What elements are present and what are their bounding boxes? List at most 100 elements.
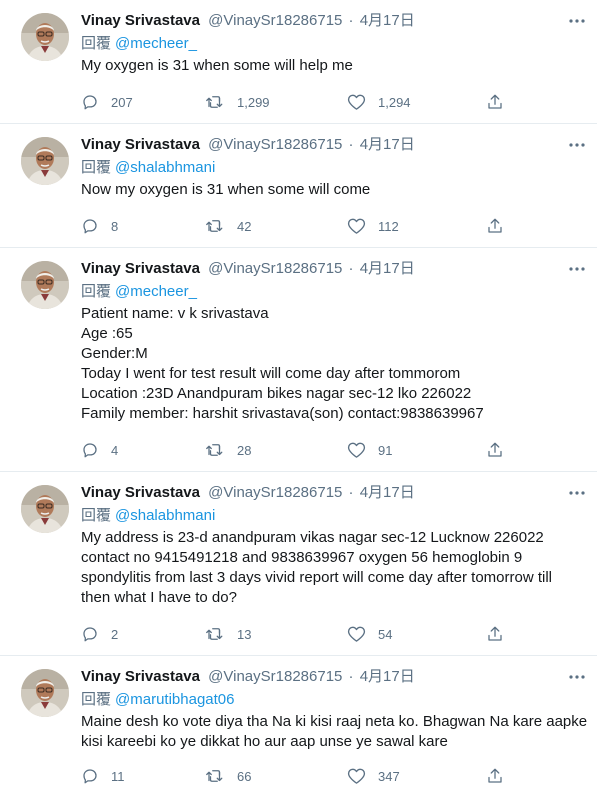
author-name[interactable]: Vinay Srivastava [81,484,200,501]
tweet-text-line: My address is 23-d anandpuram vikas naga… [81,529,544,546]
reply-label: 回覆 [81,283,112,300]
tweet-text: My address is 23-d anandpuram vikas naga… [81,528,581,608]
more-icon[interactable] [566,670,588,684]
reply-button[interactable]: 11 [81,766,125,786]
like-button[interactable]: 112 [347,216,399,236]
author-handle[interactable]: @VinaySr18286715 [208,12,342,29]
share-button[interactable] [486,440,504,460]
reply-context: 回覆 @shalabhmani [81,157,215,179]
like-button[interactable]: 347 [347,766,400,786]
reply-button[interactable]: 8 [81,216,118,236]
header-separator: · [348,260,354,277]
share-button[interactable] [486,216,504,236]
author-name[interactable]: Vinay Srivastava [81,668,200,685]
tweet[interactable]: Vinay Srivastava @VinaySr18286715 · 4月17… [0,0,597,124]
author-name[interactable]: Vinay Srivastava [81,12,200,29]
tweet[interactable]: Vinay Srivastava @VinaySr18286715 · 4月17… [0,248,597,472]
tweet-text: Patient name: v k srivastava Age :65 Gende… [81,304,581,424]
retweet-button[interactable]: 1,299 [205,92,270,112]
more-icon[interactable] [566,14,588,28]
author-handle[interactable]: @VinaySr18286715 [208,668,342,685]
tweet-text-line: Family member: harshit srivastava(son) c… [81,405,484,422]
retweet-button[interactable]: 13 [205,624,251,644]
more-icon[interactable] [566,486,588,500]
author-handle[interactable]: @VinaySr18286715 [208,136,342,153]
reply-count: 11 [111,768,125,784]
avatar[interactable] [21,137,69,185]
reply-icon [81,625,99,643]
reply-button[interactable]: 4 [81,440,118,460]
header-separator: · [348,12,354,29]
retweet-button[interactable]: 66 [205,766,251,786]
tweet[interactable]: Vinay Srivastava @VinaySr18286715 · 4月17… [0,124,597,248]
avatar[interactable] [21,261,69,309]
tweet-text: My oxygen is 31 when some will help me [81,56,581,76]
like-button[interactable]: 54 [347,624,392,644]
like-count: 54 [378,626,393,642]
retweet-count: 42 [237,218,252,234]
tweet-header: Vinay Srivastava @VinaySr18286715 · 4月17… [81,135,415,155]
like-button[interactable]: 1,294 [347,92,411,112]
retweet-button[interactable]: 28 [205,440,251,460]
avatar[interactable] [21,13,69,61]
header-separator: · [348,136,354,153]
avatar[interactable] [21,669,69,717]
author-handle[interactable]: @VinaySr18286715 [208,260,342,277]
like-button[interactable]: 91 [347,440,392,460]
reply-icon [81,441,99,459]
tweet-timestamp[interactable]: 4月17日 [360,260,415,277]
tweet-actions: 4 28 91 [81,440,511,460]
reply-icon [81,217,99,235]
tweet-text-line: My oxygen is 31 when some will help me [81,57,353,74]
reply-icon [81,93,99,111]
tweet-text-line: Patient name: v k srivastava [81,305,269,322]
tweet-text: Now my oxygen is 31 when some will come [81,180,581,200]
reply-mention-link[interactable]: @shalabhmani [115,507,215,524]
retweet-button[interactable]: 42 [205,216,251,236]
reply-mention-link[interactable]: @mecheer_ [115,283,197,300]
reply-button[interactable]: 2 [81,624,118,644]
tweet-text-line: then what I have to do? [81,589,237,606]
share-button[interactable] [486,624,504,644]
reply-count: 8 [111,218,119,234]
reply-context: 回覆 @shalabhmani [81,505,215,527]
author-name[interactable]: Vinay Srivastava [81,136,200,153]
retweet-icon [205,767,225,785]
avatar[interactable] [21,485,69,533]
reply-mention-link[interactable]: @mecheer_ [115,35,197,52]
reply-label: 回覆 [81,507,112,524]
like-count: 1,294 [378,94,411,110]
tweet-header: Vinay Srivastava @VinaySr18286715 · 4月17… [81,11,415,31]
share-button[interactable] [486,92,504,112]
reply-icon [81,767,99,785]
tweet-text-line: Gender:M [81,345,148,362]
author-handle[interactable]: @VinaySr18286715 [208,484,342,501]
tweet-text: Maine desh ko vote diya tha Na ki kisi r… [81,712,587,752]
tweet[interactable]: Vinay Srivastava @VinaySr18286715 · 4月17… [0,656,597,796]
tweet-timestamp[interactable]: 4月17日 [360,484,415,501]
tweet-header: Vinay Srivastava @VinaySr18286715 · 4月17… [81,259,415,279]
retweet-icon [205,217,225,235]
like-count: 112 [378,218,399,234]
tweet[interactable]: Vinay Srivastava @VinaySr18286715 · 4月17… [0,472,597,656]
tweet-header: Vinay Srivastava @VinaySr18286715 · 4月17… [81,483,415,503]
author-name[interactable]: Vinay Srivastava [81,260,200,277]
reply-mention-link[interactable]: @marutibhagat06 [115,691,234,708]
retweet-count: 66 [237,768,252,784]
more-icon[interactable] [566,138,588,152]
share-button[interactable] [486,766,504,786]
tweet-actions: 207 1,299 1,294 [81,92,511,112]
reply-count: 4 [111,442,119,458]
tweet-actions: 11 66 347 [81,766,511,786]
tweet-timestamp[interactable]: 4月17日 [360,136,415,153]
more-icon[interactable] [566,262,588,276]
tweet-timestamp[interactable]: 4月17日 [360,668,415,685]
reply-mention-link[interactable]: @shalabhmani [115,159,215,176]
reply-count: 2 [111,626,119,642]
tweet-header: Vinay Srivastava @VinaySr18286715 · 4月17… [81,667,415,687]
tweet-timestamp[interactable]: 4月17日 [360,12,415,29]
reply-button[interactable]: 207 [81,92,133,112]
tweet-text-line: kisi kareebi ko ye dikkat ho aur aap uns… [81,733,448,750]
share-icon [486,441,504,459]
like-count: 91 [378,442,393,458]
